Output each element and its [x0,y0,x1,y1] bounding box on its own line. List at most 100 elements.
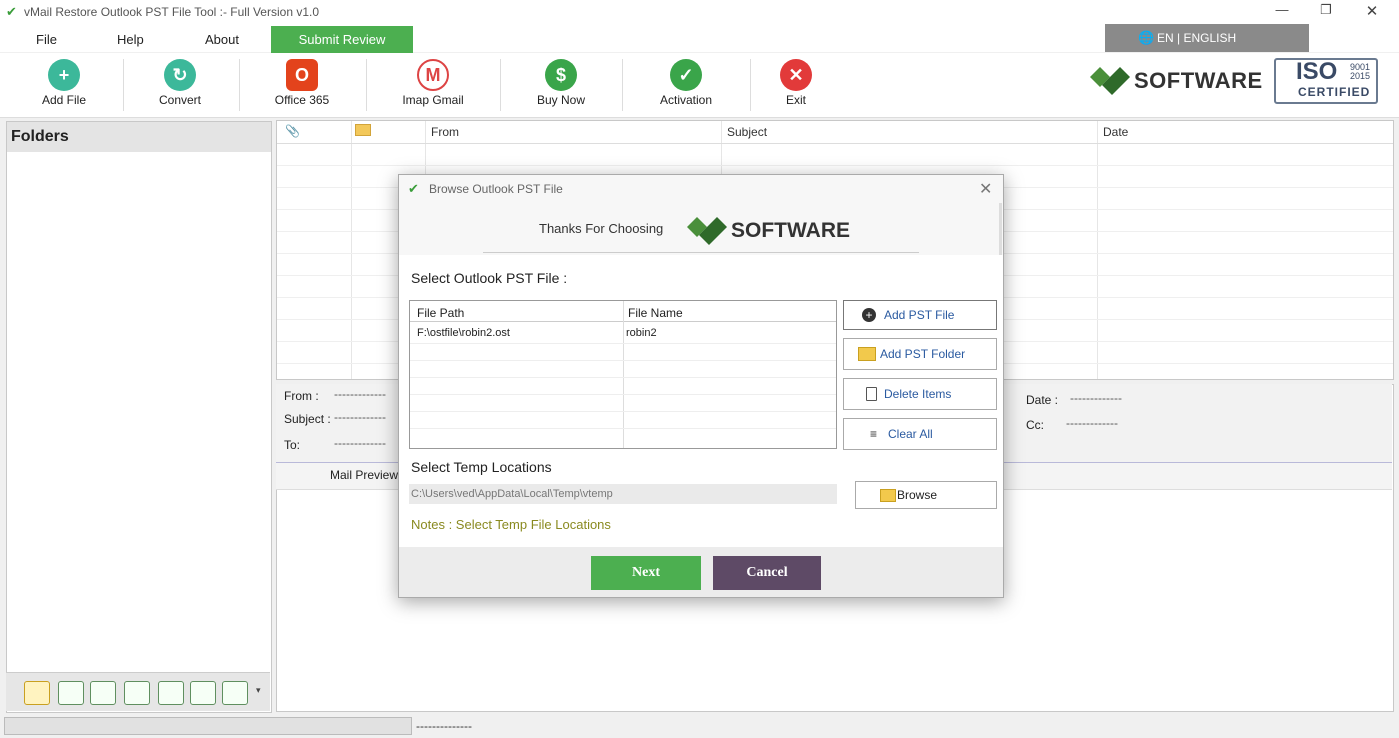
dialog-title-bar: ✔ Browse Outlook PST File ✕ [399,175,1003,203]
title-bar: ✔ vMail Restore Outlook PST File Tool :-… [0,0,1399,24]
folders-title: Folders [7,122,271,152]
menu-file[interactable]: File [36,32,57,47]
cancel-button[interactable]: Cancel [713,556,821,590]
buy-now-button[interactable]: $ Buy Now [526,53,596,117]
add-file-label: Add File [41,93,87,107]
restore-icon[interactable]: ❐ [1306,2,1346,22]
column-from[interactable]: From [431,125,459,139]
column-file-path[interactable]: File Path [417,306,464,320]
to-label: To: [284,438,301,452]
add-pst-folder-button[interactable]: Add PST Folder [843,338,997,370]
toolbar-divider [500,59,501,111]
banner-divider [483,252,919,253]
dialog-brand-text: SOFTWARE [731,219,850,242]
folder-view-toolbar: ▾ [6,672,270,711]
menu-about[interactable]: About [205,32,239,47]
tasks-view-icon[interactable] [158,681,184,705]
exit-label: Exit [785,93,806,107]
toolbar-divider [750,59,751,111]
tab-mail-preview[interactable]: Mail Preview [330,468,398,482]
toolbar: + Add File ↻ Convert O Office 365 M Imap… [0,53,1399,118]
add-pst-file-button[interactable]: + Add PST File [843,300,997,330]
minimize-icon[interactable]: — [1262,2,1302,22]
subject-value: ------------- [334,410,386,424]
exit-button[interactable]: ✕ Exit [770,53,822,117]
folder-view-icon[interactable] [24,681,50,705]
plus-icon: + [48,59,80,91]
table-divider [410,360,836,361]
mail-view-icon[interactable] [58,681,84,705]
select-pst-label: Select Outlook PST File : [411,270,568,286]
convert-button[interactable]: ↻ Convert [146,53,214,117]
toolbar-divider [239,59,240,111]
toolbar-divider [622,59,623,111]
refresh-icon: ↻ [164,59,196,91]
pst-file-table: File Path File Name F:\ostfile\robin2.os… [409,300,837,449]
toolbar-divider [123,59,124,111]
table-divider [410,377,836,378]
dialog-logo-icon: ✔ [408,181,419,196]
column-subject[interactable]: Subject [727,125,767,139]
from-label: From : [284,389,319,403]
date-value: ------------- [1070,391,1122,405]
imap-gmail-button[interactable]: M Imap Gmail [392,53,474,117]
banner-edge [999,203,1002,255]
cc-label: Cc: [1026,418,1044,432]
to-value: ------------- [334,436,386,450]
table-divider [410,394,836,395]
row-file-path: F:\ostfile\robin2.ost [417,327,510,339]
date-label: Date : [1026,393,1059,407]
window-title: vMail Restore Outlook PST File Tool :- F… [24,5,320,19]
office-icon: O [286,59,318,91]
calendar-view-icon[interactable] [124,681,150,705]
chevron-down-icon[interactable]: ▾ [256,685,261,696]
browse-label: Browse [897,488,938,502]
table-divider [410,411,836,412]
brand-logo-icon [1090,65,1130,95]
folder-add-icon [858,347,876,361]
status-text: -------------- [416,719,472,733]
clear-all-label: Clear All [888,427,933,441]
progress-bar [4,717,412,735]
browse-pst-dialog: ✔ Browse Outlook PST File ✕ Thanks For C… [398,174,1004,598]
trash-icon [866,387,877,401]
notes-text: Notes : Select Temp File Locations [411,517,611,532]
journal-view-icon[interactable] [222,681,248,705]
buy-now-label: Buy Now [536,93,586,107]
attachment-icon: 📎 [285,124,300,138]
close-icon[interactable]: ✕ [1352,2,1392,22]
office365-label: Office 365 [274,93,330,107]
language-label: EN | ENGLISH [1157,31,1237,45]
column-date[interactable]: Date [1103,125,1128,139]
activation-button[interactable]: ✓ Activation [648,53,724,117]
clear-all-button[interactable]: ≡ Clear All [843,418,997,450]
dialog-title: Browse Outlook PST File [429,182,563,196]
brand-logo-text: SOFTWARE [1134,68,1263,93]
office365-button[interactable]: O Office 365 [263,53,341,117]
menu-help[interactable]: Help [117,32,144,47]
add-pst-file-label: Add PST File [884,308,955,322]
subject-label: Subject : [284,412,331,426]
delete-items-button[interactable]: Delete Items [843,378,997,410]
convert-label: Convert [158,93,202,107]
dialog-close-icon[interactable]: ✕ [979,179,992,199]
language-selector[interactable]: 🌐 EN | ENGLISH [1105,24,1309,52]
next-button[interactable]: Next [591,556,701,590]
add-file-button[interactable]: + Add File [30,53,98,117]
row-file-name: robin2 [626,327,657,339]
table-row[interactable]: F:\ostfile\robin2.ost robin2 [410,322,836,342]
browse-button[interactable]: Browse [855,481,997,509]
dialog-brand-logo-icon [687,215,727,245]
notes-view-icon[interactable] [190,681,216,705]
temp-location-label: Select Temp Locations [411,459,552,475]
dialog-banner: Thanks For Choosing SOFTWARE [399,203,1003,255]
toolbar-divider [366,59,367,111]
globe-icon: 🌐 [1138,30,1155,45]
column-file-name[interactable]: File Name [628,306,683,320]
from-value: ------------- [334,387,386,401]
contacts-view-icon[interactable] [90,681,116,705]
temp-path-input[interactable]: C:\Users\ved\AppData\Local\Temp\vtemp [409,484,837,504]
gmail-icon: M [417,59,449,91]
table-divider [410,343,836,344]
submit-review-button[interactable]: Submit Review [271,26,413,53]
